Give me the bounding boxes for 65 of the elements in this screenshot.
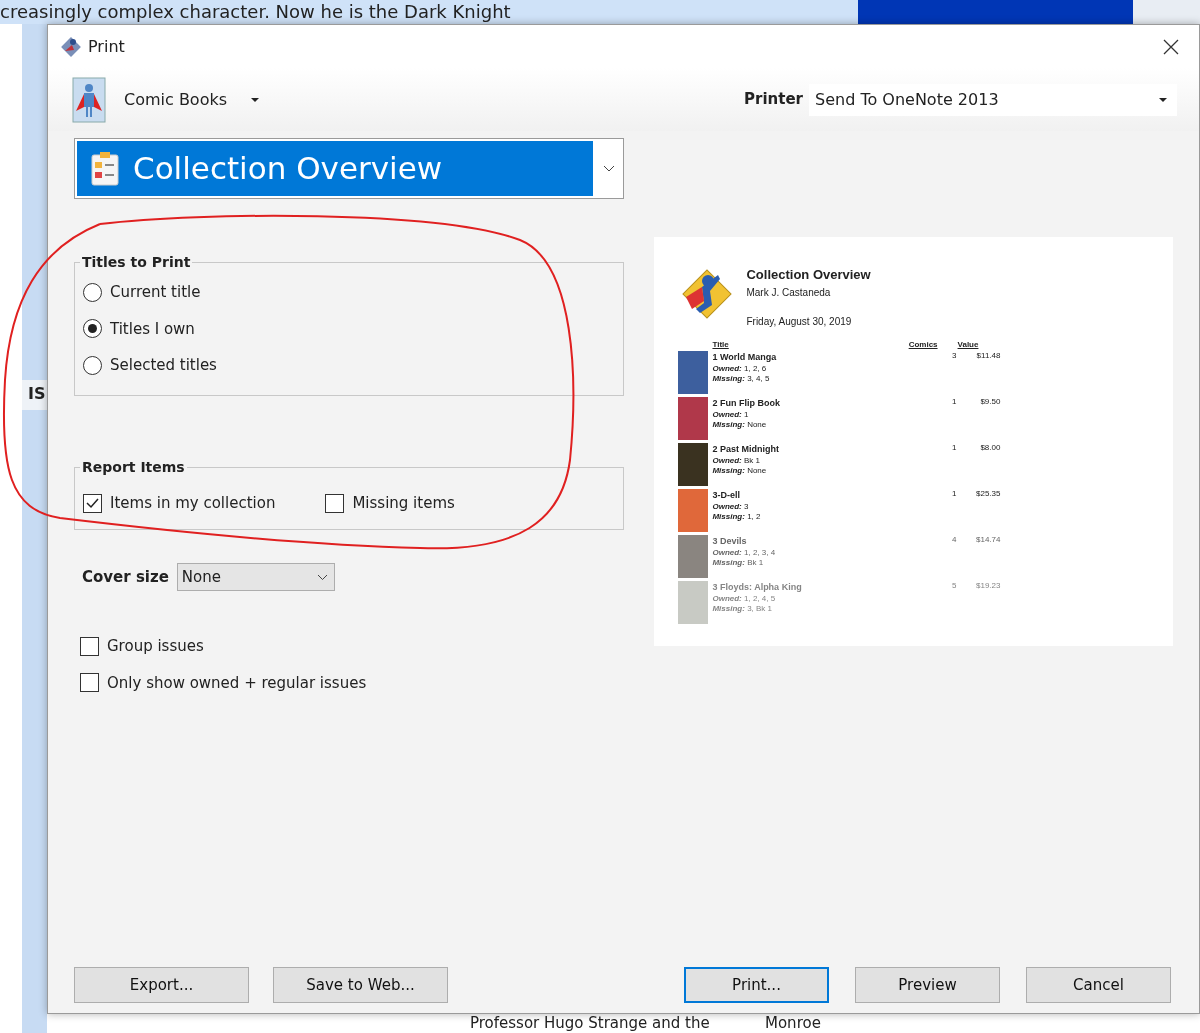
printer-dropdown[interactable]: Send To OneNote 2013 [809,83,1177,116]
dialog-button[interactable]: Save to Web... [273,967,448,1003]
cover-size-label: Cover size [82,566,169,588]
report-date: Friday, August 30, 2019 [746,314,853,329]
check-icon [86,497,99,509]
printer-label: Printer [744,89,803,111]
comics-count: 3 [951,350,957,362]
comics-count: 1 [951,488,957,500]
checkbox[interactable]: Items in my collection [83,492,276,515]
dialog-button[interactable]: Cancel [1026,967,1171,1003]
chevron-down-icon [603,164,616,173]
value-amount: $9.50 [979,396,1001,408]
title-name: 2 Past Midnight [712,442,780,456]
cover-size-dropdown[interactable]: None [176,563,335,591]
radio-button[interactable]: Current title [83,281,616,304]
title-name: 1 World Manga [712,350,778,364]
close-icon [1163,38,1179,55]
checkbox[interactable]: Missing items [325,492,455,515]
owned-issues: Owned: 3 [712,502,750,512]
title-name: 3 Devils [712,534,748,548]
title-name: 3-D-ell [712,488,741,502]
background-text: Monroe [765,1014,821,1032]
missing-issues: Missing: 3, 4, 5 [712,374,771,384]
radio-button[interactable]: Selected titles [83,354,616,377]
window-title: Print [88,35,125,58]
dialog-button[interactable]: Export... [74,967,249,1003]
missing-issues: Missing: 1, 2 [712,512,762,522]
missing-issues: Missing: Bk 1 [712,558,765,568]
dialog-button[interactable]: Preview [855,967,1000,1003]
column-header: IS [28,384,46,404]
owned-issues: Owned: Bk 1 [712,456,762,466]
column-header: Title [712,338,729,351]
collection-selector[interactable]: Comic Books [72,76,260,123]
superhero-icon [72,76,106,123]
owned-issues: Owned: 1, 2, 3, 4 [712,548,777,558]
owner-name: Mark J. Castaneda [746,285,832,300]
comics-count: 5 [951,580,957,592]
checkbox[interactable]: Group issues [80,635,625,658]
value-amount: $8.00 [979,442,1001,454]
dialog-button[interactable]: Print... [684,967,829,1003]
radio-button[interactable]: Titles I own [83,317,616,340]
missing-issues: Missing: 3, Bk 1 [712,604,774,614]
comics-count: 1 [951,442,957,454]
comics-count: 1 [951,396,957,408]
comics-count: 4 [951,534,957,546]
missing-issues: Missing: None [712,466,768,476]
value-amount: $19.23 [975,580,1001,592]
value-amount: $11.48 [975,350,1001,362]
owned-issues: Owned: 1 [712,410,750,420]
value-amount: $14.74 [975,534,1001,546]
report-icon [91,151,119,186]
column-header: Comics [908,338,938,351]
background-text: creasingly complex character. Now he is the Dark Knight [0,1,511,23]
report-dropdown[interactable]: Collection Overview [74,138,625,199]
report-title: Collection Overview [746,266,871,284]
missing-issues: Missing: None [712,420,768,430]
title-name: 2 Fun Flip Book [712,396,781,410]
column-header: Value [957,338,979,351]
owned-issues: Owned: 1, 2, 4, 5 [712,594,777,604]
chevron-down-icon [316,573,328,581]
title-name: 3 Floyds: Alpha King [712,580,803,594]
checkbox[interactable]: Only show owned + regular issues [80,671,625,694]
background-text: Professor Hugo Strange and the [470,1014,710,1032]
value-amount: $25.35 [975,488,1001,500]
owned-issues: Owned: 1, 2, 6 [712,364,768,374]
